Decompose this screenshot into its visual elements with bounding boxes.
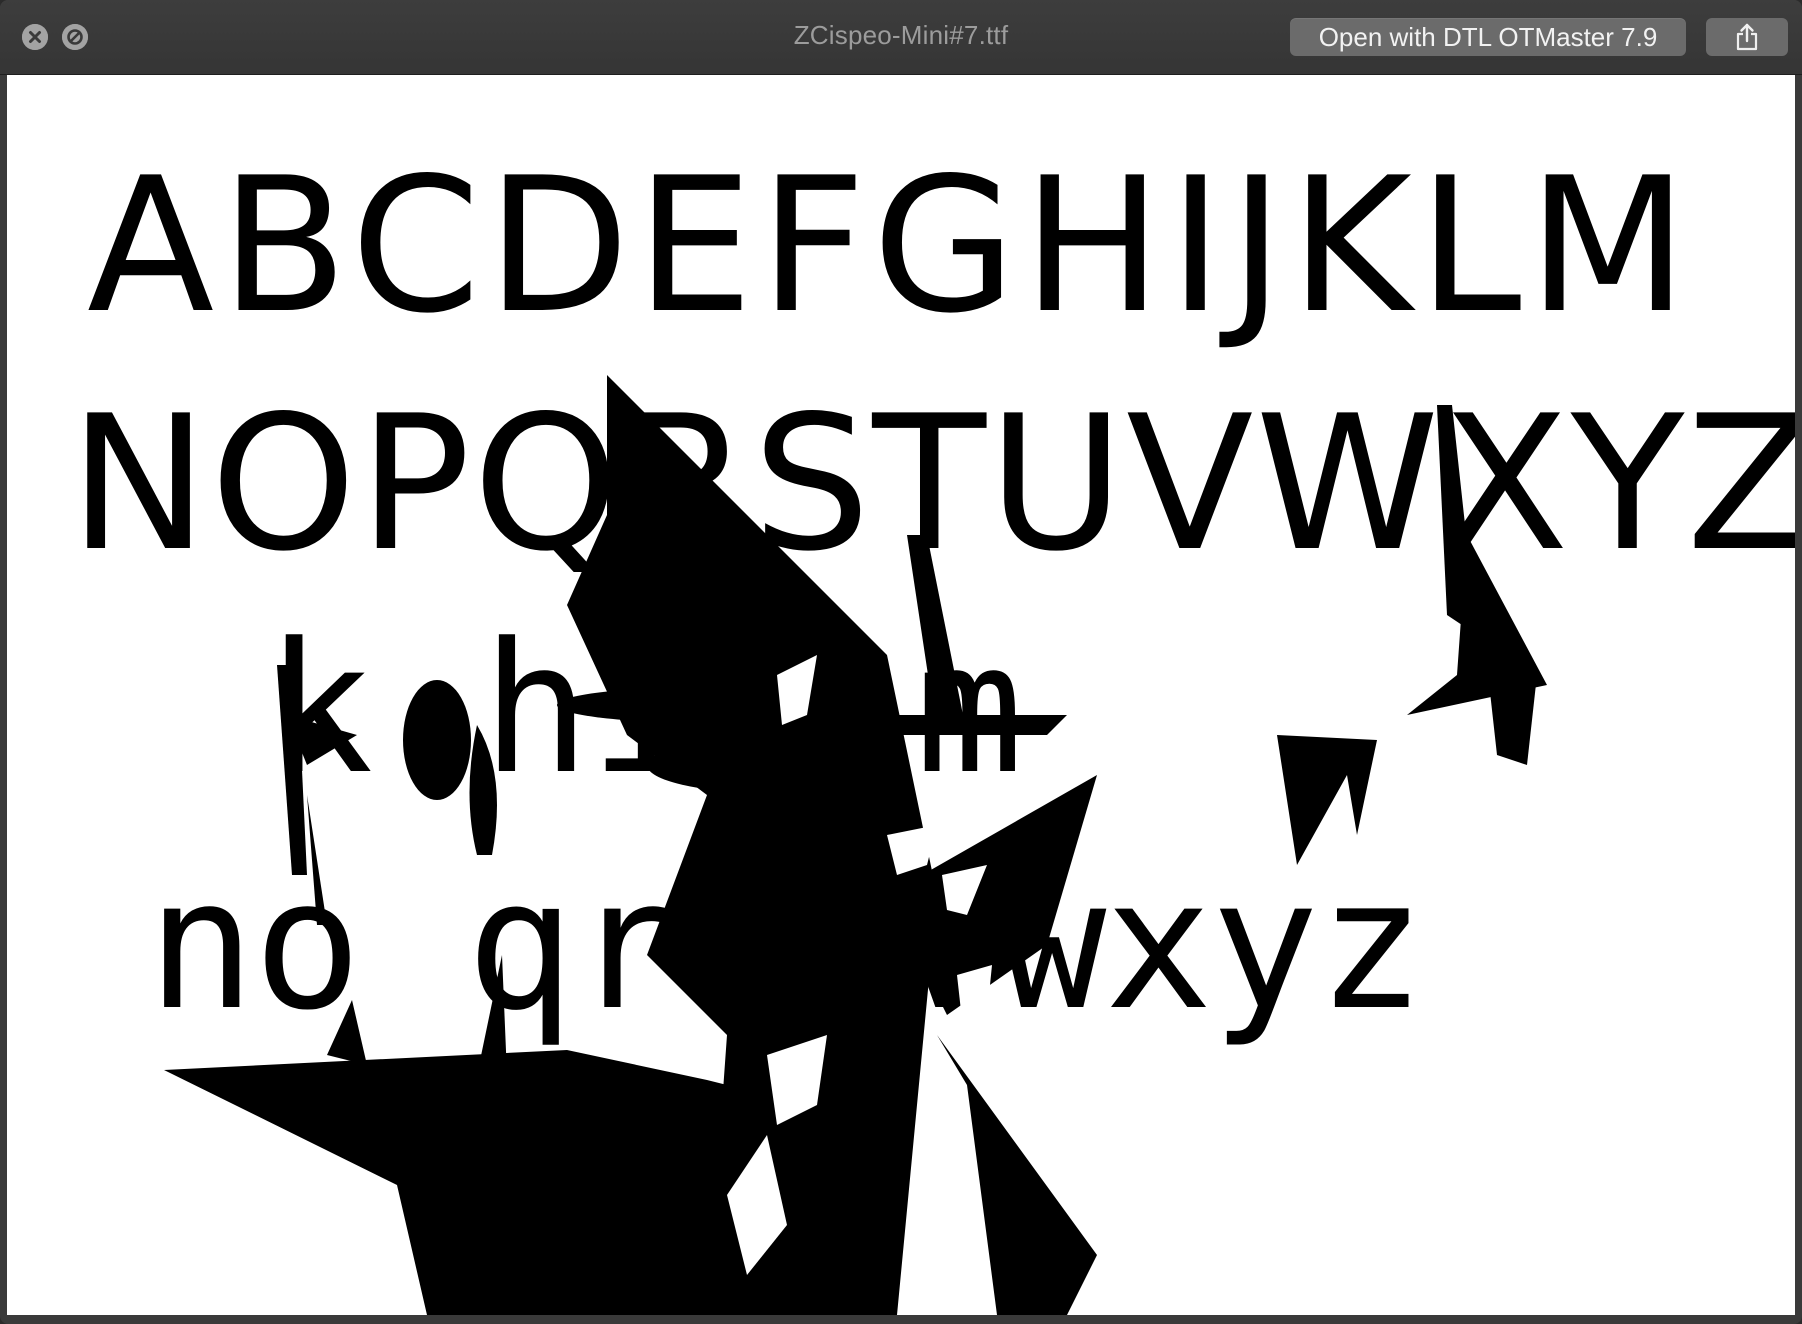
corrupted-glyph-artifacts [164,375,1547,1315]
quicklook-window: ZCispeo-Mini#7.ttf Open with DTL OTMaste… [0,0,1802,1324]
share-icon [1736,23,1758,51]
open-with-button[interactable]: Open with DTL OTMaster 7.9 [1290,18,1686,56]
title-bar: ZCispeo-Mini#7.ttf Open with DTL OTMaste… [0,0,1802,75]
font-preview-canvas: ABCDEFGHIJKLM NOPQRSTUVWXYZ k hij m no q… [7,75,1795,1315]
share-button[interactable] [1706,18,1788,56]
